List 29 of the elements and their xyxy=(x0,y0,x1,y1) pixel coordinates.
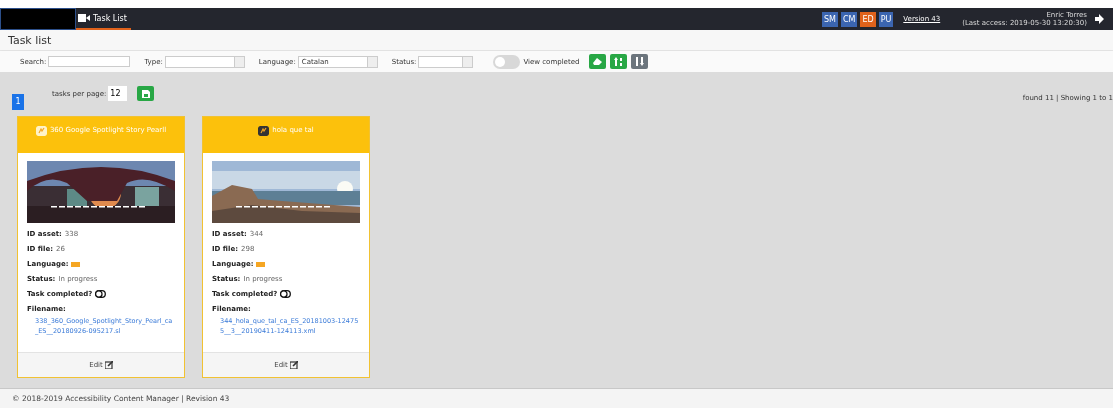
sort-button[interactable] xyxy=(631,54,649,69)
page-title: Task list xyxy=(8,33,52,47)
toggle-icon[interactable] xyxy=(95,290,107,298)
eraser-icon xyxy=(593,58,603,65)
role-button[interactable]: PU xyxy=(878,11,894,27)
flag-icon xyxy=(256,261,266,267)
save-icon xyxy=(141,89,150,98)
sort-down-icon xyxy=(635,57,645,66)
per-page-field[interactable]: 12 xyxy=(108,86,128,101)
edit-icon xyxy=(104,361,113,369)
page-button[interactable]: 1 xyxy=(12,94,24,110)
video-camera-icon xyxy=(78,14,90,22)
search-field[interactable] xyxy=(48,56,131,67)
role-button[interactable]: SM xyxy=(821,11,838,27)
logout-icon[interactable] xyxy=(1095,14,1105,24)
toggle-switch[interactable] xyxy=(493,54,521,69)
status-select[interactable] xyxy=(418,55,474,68)
role-button[interactable]: CM xyxy=(840,11,858,27)
save-button[interactable] xyxy=(137,86,155,101)
sort-up-icon xyxy=(614,57,624,66)
type-icon xyxy=(35,126,47,136)
type-select[interactable] xyxy=(164,55,245,68)
toggle-icon[interactable] xyxy=(280,290,292,298)
edit-icon xyxy=(289,361,298,369)
type-icon xyxy=(258,126,270,136)
flag-icon xyxy=(71,261,81,267)
role-button[interactable]: ED xyxy=(860,11,876,27)
sort-button[interactable] xyxy=(610,54,628,69)
eraser-button[interactable] xyxy=(589,54,607,69)
